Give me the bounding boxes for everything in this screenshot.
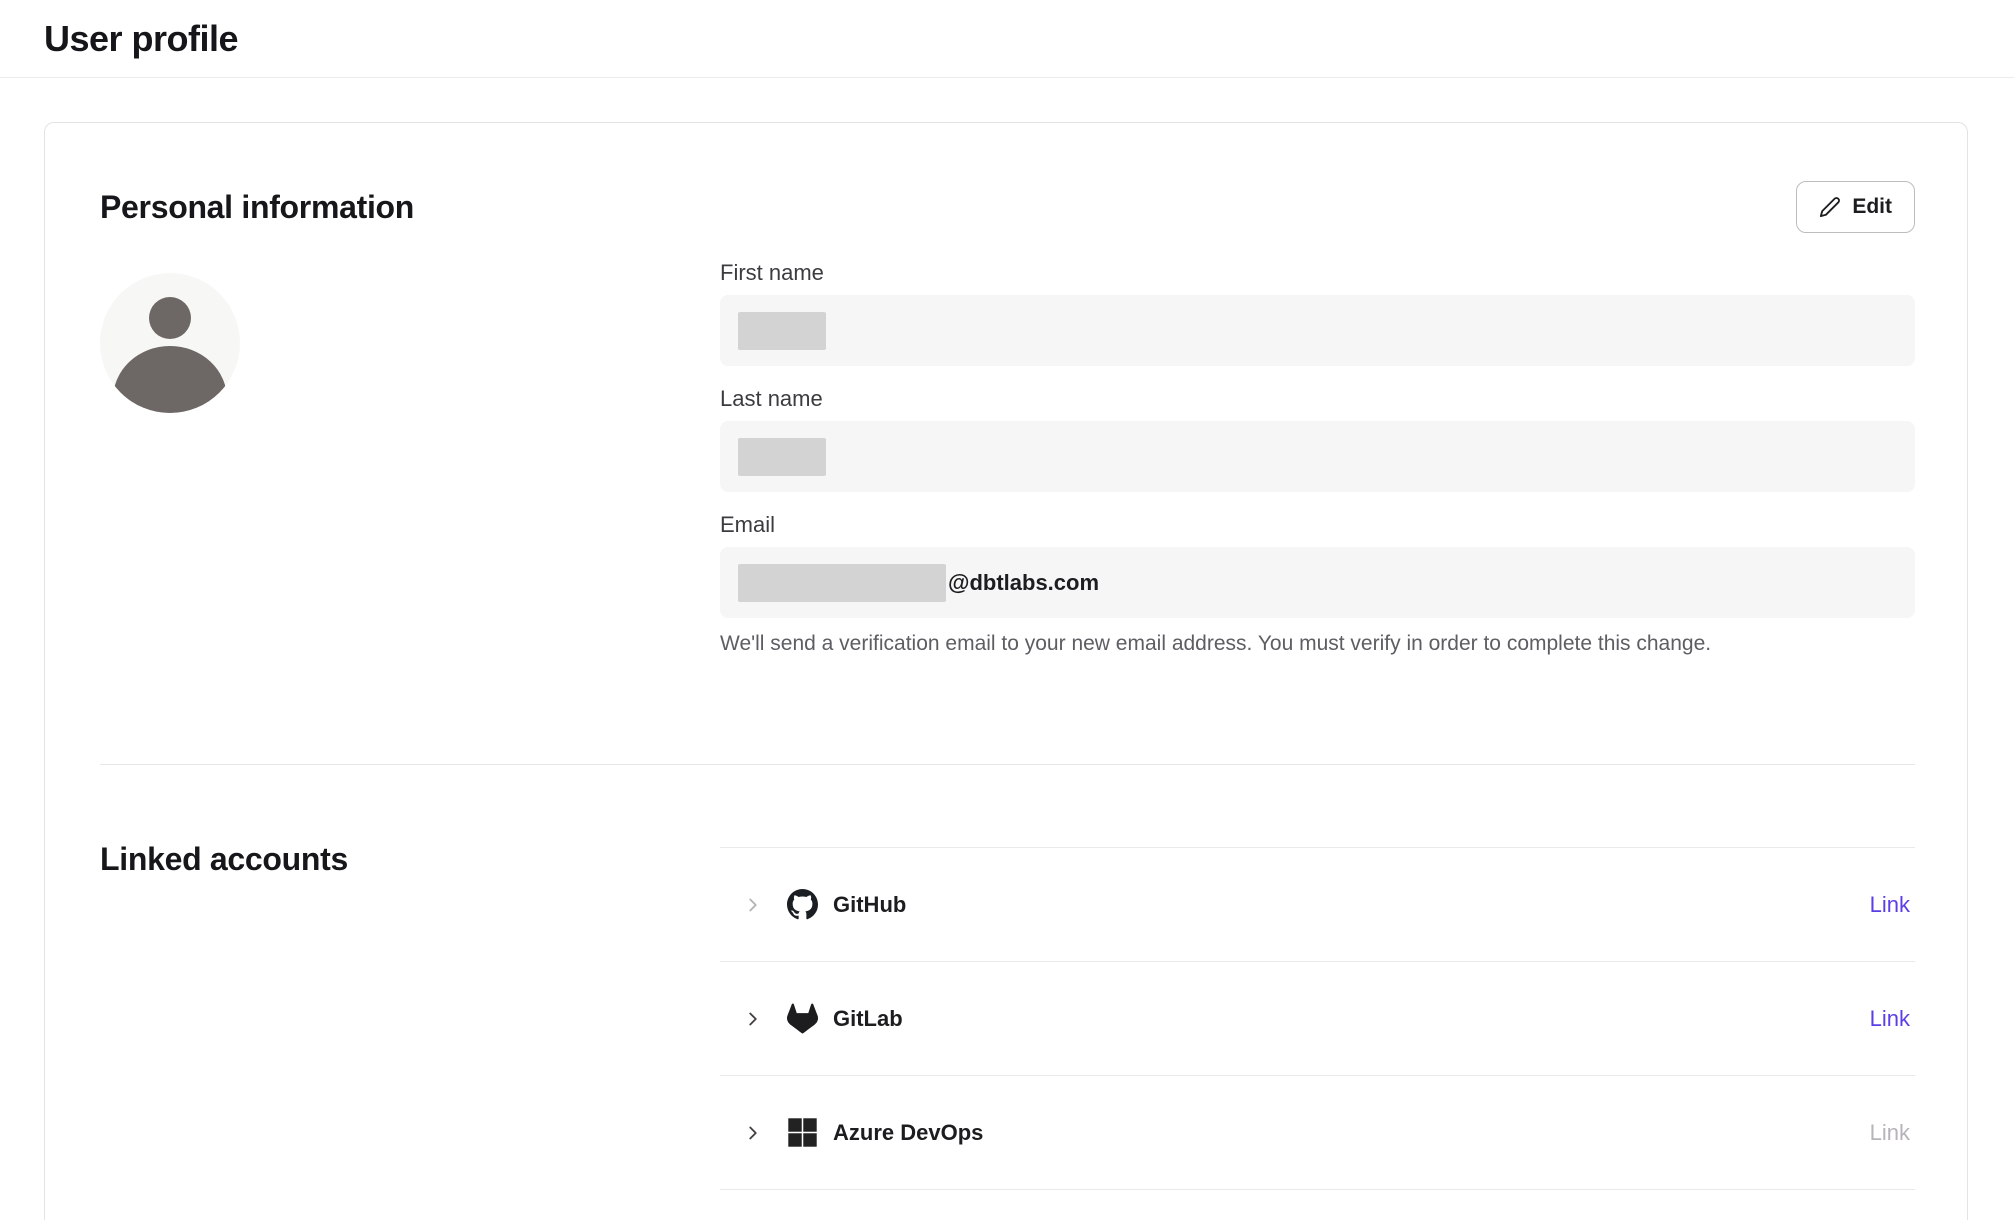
last-name-group: Last name <box>720 386 1915 492</box>
azure-devops-icon <box>787 1117 818 1148</box>
linked-accounts-heading: Linked accounts <box>100 841 720 878</box>
personal-form: First name Last name Email <box>720 260 1915 677</box>
avatar-column <box>100 260 720 677</box>
redacted-first-name-value <box>738 312 826 350</box>
profile-card: Personal information Edit <box>44 122 1968 1220</box>
email-group: Email @dbtlabs.com We'll send a verifica… <box>720 512 1915 657</box>
github-icon <box>787 889 818 920</box>
linked-accounts-heading-column: Linked accounts <box>100 765 720 1190</box>
github-link-action[interactable]: Link <box>1870 892 1910 918</box>
page-header: User profile <box>0 0 2014 78</box>
personal-information-heading: Personal information <box>100 189 414 226</box>
redacted-email-local-part <box>738 564 946 602</box>
page-title: User profile <box>44 18 238 60</box>
first-name-field[interactable] <box>720 295 1915 366</box>
email-helper-text: We'll send a verification email to your … <box>720 631 1915 657</box>
azure-devops-account-row: Azure DevOps Link <box>720 1076 1915 1190</box>
last-name-field[interactable] <box>720 421 1915 492</box>
linked-accounts-list: GitHub Link GitLab Link <box>720 847 1915 1190</box>
edit-button-label: Edit <box>1852 195 1892 219</box>
email-domain-suffix: @dbtlabs.com <box>948 570 1099 596</box>
email-field[interactable]: @dbtlabs.com <box>720 547 1915 618</box>
gitlab-account-row: GitLab Link <box>720 962 1915 1076</box>
gitlab-link-action[interactable]: Link <box>1870 1006 1910 1032</box>
github-account-row: GitHub Link <box>720 848 1915 962</box>
linked-accounts-section: Linked accounts GitHub Link <box>100 765 1915 1190</box>
chevron-right-icon[interactable] <box>742 1008 764 1030</box>
account-name: GitHub <box>833 892 906 918</box>
first-name-label: First name <box>720 260 1915 286</box>
chevron-right-icon[interactable] <box>742 894 764 916</box>
last-name-label: Last name <box>720 386 1915 412</box>
email-label: Email <box>720 512 1915 538</box>
avatar <box>100 273 240 413</box>
account-name: Azure DevOps <box>833 1120 983 1146</box>
redacted-last-name-value <box>738 438 826 476</box>
pencil-icon <box>1819 196 1841 218</box>
main-content: Personal information Edit <box>0 78 2014 1220</box>
chevron-right-icon[interactable] <box>742 1122 764 1144</box>
personal-information-section: Personal information Edit <box>100 123 1915 765</box>
azure-devops-link-action: Link <box>1870 1120 1910 1146</box>
person-silhouette-icon <box>100 273 240 413</box>
personal-section-header: Personal information Edit <box>100 181 1915 233</box>
gitlab-icon <box>787 1003 818 1034</box>
edit-button[interactable]: Edit <box>1796 181 1915 233</box>
first-name-group: First name <box>720 260 1915 366</box>
account-name: GitLab <box>833 1006 903 1032</box>
